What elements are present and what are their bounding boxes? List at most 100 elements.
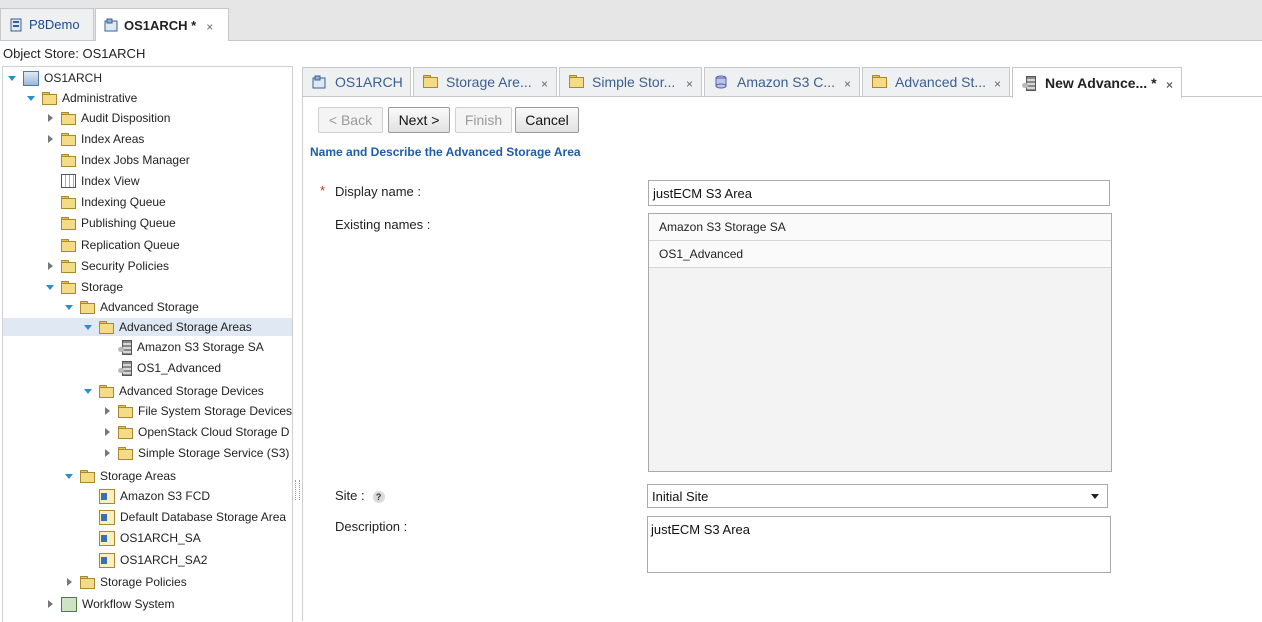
tree-label: Index View xyxy=(81,174,140,188)
back-button[interactable]: < Back xyxy=(318,107,383,133)
tree-label: OS1ARCH_SA2 xyxy=(120,553,208,567)
existing-names-list[interactable]: Amazon S3 Storage SA OS1_Advanced xyxy=(648,213,1112,472)
expand-arrow-icon[interactable] xyxy=(7,73,17,83)
tree-node-simple-storage-service[interactable]: Simple Storage Service (S3) xyxy=(102,444,289,462)
chevron-down-icon[interactable] xyxy=(1091,494,1099,499)
finish-button[interactable]: Finish xyxy=(455,107,512,133)
close-icon[interactable]: × xyxy=(686,77,693,91)
help-icon[interactable]: ? xyxy=(372,490,385,503)
workflow-icon xyxy=(61,596,77,612)
tree-node-security-policies[interactable]: Security Policies xyxy=(45,257,169,275)
collapse-arrow-icon[interactable] xyxy=(64,577,74,587)
index-view-icon xyxy=(61,174,76,188)
expand-arrow-icon[interactable] xyxy=(83,322,93,332)
tab-label: OS1ARCH * xyxy=(124,17,197,33)
tree-node-publishing-queue[interactable]: Publishing Queue xyxy=(45,214,176,232)
site-select[interactable]: Initial Site xyxy=(647,484,1108,508)
close-icon[interactable]: × xyxy=(206,20,213,34)
tree-node-audit-disposition[interactable]: Audit Disposition xyxy=(45,109,170,127)
tab-label: P8Demo xyxy=(29,17,80,32)
collapse-arrow-icon[interactable] xyxy=(45,261,55,271)
tab-label: OS1ARCH xyxy=(335,74,403,90)
tree-node-administrative[interactable]: Administrative xyxy=(26,89,137,107)
server-icon xyxy=(1022,76,1037,91)
tree-node-workflow-system[interactable]: Workflow System xyxy=(45,595,174,613)
site-select-value: Initial Site xyxy=(652,488,709,504)
object-store-label: Object Store: OS1ARCH xyxy=(3,46,146,61)
tab-storage-areas[interactable]: Storage Are... × xyxy=(413,67,557,96)
tree-node-replication-queue[interactable]: Replication Queue xyxy=(45,236,180,254)
tree-node-openstack-cloud-storage[interactable]: OpenStack Cloud Storage D xyxy=(102,423,289,441)
tree-node-advanced-storage-devices[interactable]: Advanced Storage Devices xyxy=(83,382,264,400)
tree-node-storage-policies[interactable]: Storage Policies xyxy=(64,573,187,591)
tree-node-advanced-storage[interactable]: Advanced Storage xyxy=(64,298,199,316)
tree-node-os1arch[interactable]: OS1ARCH xyxy=(7,69,102,87)
tree-label: Publishing Queue xyxy=(81,216,176,230)
description-field[interactable]: justECM S3 Area xyxy=(647,516,1111,573)
close-icon[interactable]: × xyxy=(541,77,548,91)
tree-node-index-view[interactable]: Index View xyxy=(45,172,139,190)
collapse-arrow-icon[interactable] xyxy=(102,406,112,416)
tree-node-os1arch-sa[interactable]: OS1ARCH_SA xyxy=(83,529,201,547)
close-icon[interactable]: × xyxy=(994,77,1001,91)
tree-label: Workflow System xyxy=(82,597,175,611)
tree-label: Default Database Storage Area xyxy=(120,510,287,524)
expand-arrow-icon[interactable] xyxy=(64,302,74,312)
display-name-field[interactable]: justECM S3 Area xyxy=(648,180,1110,206)
tab-label: Advanced St... xyxy=(895,74,987,90)
list-item[interactable]: Amazon S3 Storage SA xyxy=(649,214,1111,241)
tab-os1arch[interactable]: OS1ARCH * × xyxy=(95,8,229,41)
collapse-arrow-icon[interactable] xyxy=(102,427,112,437)
folder-icon xyxy=(42,92,57,105)
collapse-arrow-icon[interactable] xyxy=(102,448,112,458)
cancel-button[interactable]: Cancel xyxy=(515,107,579,133)
tree-node-storage-areas[interactable]: Storage Areas xyxy=(64,467,176,485)
tree-label: File System Storage Devices xyxy=(138,404,293,418)
tree-label: Audit Disposition xyxy=(81,111,171,125)
tab-os1arch-inner[interactable]: OS1ARCH xyxy=(302,67,411,96)
next-button[interactable]: Next > xyxy=(388,107,450,133)
folder-icon xyxy=(61,112,76,125)
expand-arrow-icon[interactable] xyxy=(26,93,36,103)
tree-node-advanced-storage-areas[interactable]: Advanced Storage Areas xyxy=(3,318,292,336)
object-store-icon xyxy=(312,75,326,89)
collapse-arrow-icon[interactable] xyxy=(45,599,55,609)
tree-label: Storage Policies xyxy=(100,575,187,589)
tree-node-amazon-s3-fcd[interactable]: Amazon S3 FCD xyxy=(83,487,210,505)
site-label-text: Site : xyxy=(335,488,365,503)
tree-node-storage[interactable]: Storage xyxy=(45,278,123,296)
tree-node-os1arch-sa2[interactable]: OS1ARCH_SA2 xyxy=(83,551,207,569)
tree-node-amazon-s3-storage-sa[interactable]: Amazon S3 Storage SA xyxy=(102,338,264,356)
tree-node-index-jobs-manager[interactable]: Index Jobs Manager xyxy=(45,151,190,169)
list-item[interactable]: OS1_Advanced xyxy=(649,241,1111,268)
expand-arrow-icon[interactable] xyxy=(64,471,74,481)
folder-icon xyxy=(61,217,76,230)
inner-tab-bar: OS1ARCH Storage Are... × Simple Stor... … xyxy=(302,66,1262,98)
tab-label: Storage Are... xyxy=(446,74,532,90)
required-marker: * xyxy=(320,183,326,198)
tree-node-default-database-storage-area[interactable]: Default Database Storage Area xyxy=(83,508,286,526)
folder-icon xyxy=(118,426,133,439)
collapse-arrow-icon[interactable] xyxy=(45,113,55,123)
tree-node-file-system-storage-devices[interactable]: File System Storage Devices xyxy=(102,402,292,420)
tab-advanced-storage[interactable]: Advanced St... × xyxy=(862,67,1010,96)
tree-label: Replication Queue xyxy=(81,238,180,252)
close-icon[interactable]: × xyxy=(1166,78,1173,92)
tree-node-os1-advanced[interactable]: OS1_Advanced xyxy=(102,359,221,377)
tree-node-indexing-queue[interactable]: Indexing Queue xyxy=(45,193,166,211)
top-tab-bar: P8Demo OS1ARCH * × xyxy=(0,0,1262,41)
tab-p8demo[interactable]: P8Demo xyxy=(0,8,94,40)
tab-label: New Advance... * xyxy=(1045,75,1157,91)
navigation-tree: OS1ARCH Administrative Audit Disposition… xyxy=(2,66,293,622)
splitter-handle[interactable] xyxy=(295,480,300,500)
folder-icon xyxy=(99,385,114,398)
tab-simple-storage[interactable]: Simple Stor... × xyxy=(559,67,702,96)
tab-amazon-s3[interactable]: Amazon S3 C... × xyxy=(704,67,860,96)
tree-node-index-areas[interactable]: Index Areas xyxy=(45,130,144,148)
collapse-arrow-icon[interactable] xyxy=(45,134,55,144)
expand-arrow-icon[interactable] xyxy=(45,282,55,292)
expand-arrow-icon[interactable] xyxy=(83,386,93,396)
folder-icon xyxy=(80,301,95,314)
tab-new-advanced[interactable]: New Advance... * × xyxy=(1012,67,1182,98)
close-icon[interactable]: × xyxy=(844,77,851,91)
